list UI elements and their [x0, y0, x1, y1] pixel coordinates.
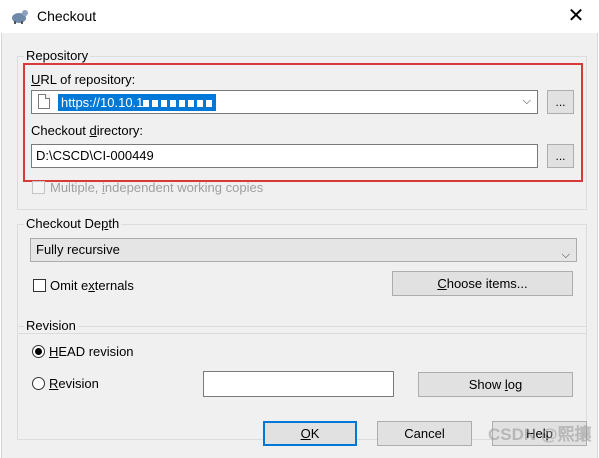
- close-icon[interactable]: ✕: [553, 0, 599, 33]
- omit-externals-checkbox[interactable]: [33, 279, 46, 292]
- head-revision-radio[interactable]: [32, 345, 45, 358]
- show-log-button[interactable]: Show log: [418, 372, 573, 397]
- checkout-directory-field[interactable]: D:\CSCD\CI-000449: [31, 144, 538, 168]
- chevron-down-icon: ⌵: [561, 249, 570, 261]
- watermark-text: CSDN @熙攘: [488, 425, 592, 444]
- checkout-directory-label: Checkout directory:: [31, 123, 144, 138]
- multiple-working-copies-checkbox[interactable]: [32, 181, 45, 194]
- url-selected-text: https://10.10.1: [58, 94, 217, 111]
- tortoise-svn-icon: [12, 10, 28, 24]
- head-revision-label: HEAD revision: [49, 344, 134, 359]
- multiple-working-copies-label: Multiple, independent working copies: [50, 180, 264, 195]
- file-icon: [38, 94, 50, 109]
- repository-group-title: Repository: [24, 48, 91, 63]
- depth-selected-value: Fully recursive: [36, 242, 120, 257]
- checkout-depth-group-title: Checkout Depth: [24, 216, 122, 231]
- revision-radio[interactable]: [32, 377, 45, 390]
- browse-directory-button[interactable]: ...: [547, 144, 574, 168]
- revision-label: Revision: [49, 376, 99, 391]
- revision-group-title: Revision: [24, 318, 78, 333]
- url-label: URL of repository:: [31, 72, 136, 87]
- chevron-down-icon[interactable]: ⌵: [523, 95, 531, 108]
- omit-externals-label: Omit externals: [50, 278, 134, 293]
- title-bar: Checkout ✕: [0, 0, 599, 33]
- revision-number-field[interactable]: [203, 371, 394, 397]
- url-combobox[interactable]: https://10.10.1 ⌵: [31, 90, 538, 114]
- dialog-body: Repository URL of repository: https://10…: [1, 33, 598, 458]
- depth-dropdown[interactable]: Fully recursive ⌵: [30, 238, 577, 262]
- browse-url-button[interactable]: ...: [547, 90, 574, 114]
- cancel-button[interactable]: Cancel: [377, 421, 472, 446]
- choose-items-button[interactable]: Choose items...: [392, 271, 573, 296]
- ok-button[interactable]: OK: [263, 421, 357, 446]
- window-title: Checkout: [37, 8, 97, 24]
